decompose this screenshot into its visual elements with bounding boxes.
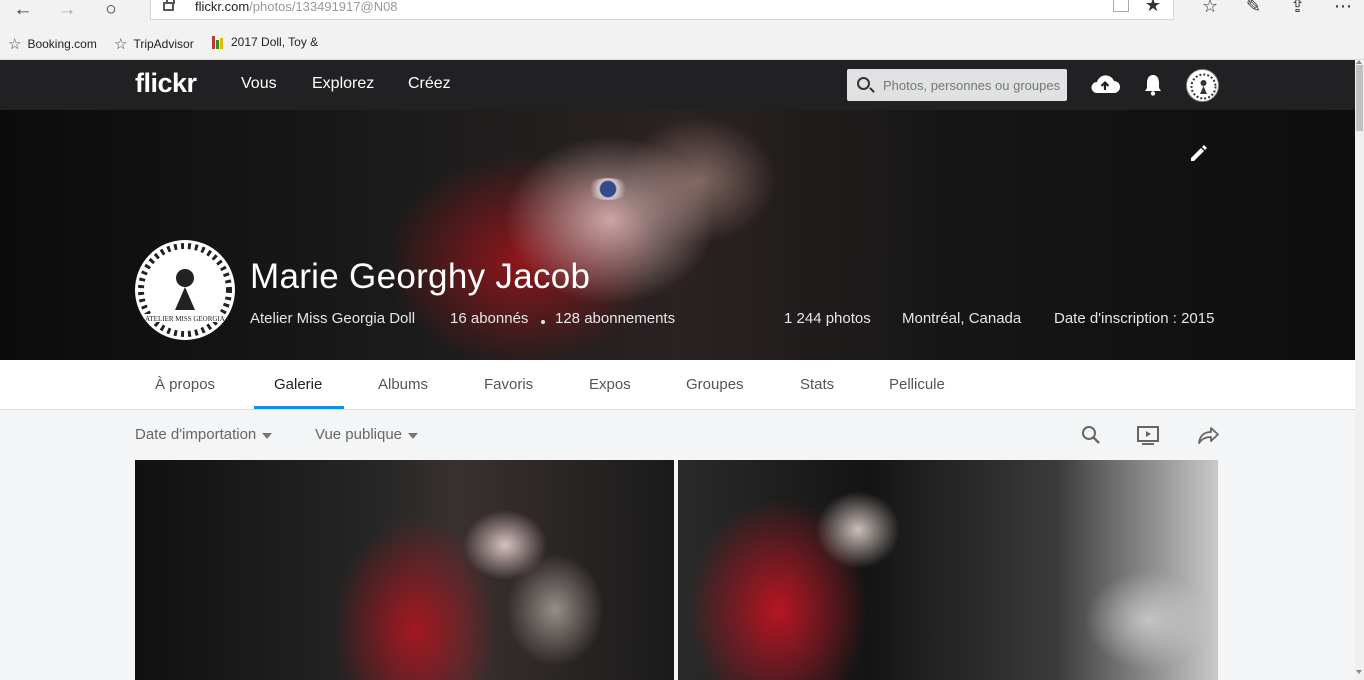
bar-chart-icon (212, 35, 223, 49)
refresh-button[interactable]: ○ (96, 0, 126, 20)
search-input[interactable] (883, 75, 1065, 95)
profile-subtitle: Atelier Miss Georgia Doll (250, 310, 416, 327)
star-outline-icon: ☆ (114, 36, 128, 53)
tab-galerie[interactable]: Galerie (274, 376, 322, 393)
star-outline-icon: ☆ (8, 36, 22, 53)
upload-cloud-icon[interactable] (1089, 73, 1121, 97)
forward-button[interactable]: → (52, 0, 82, 20)
photos-count: 1 244 photos (784, 310, 871, 327)
followers-count[interactable]: 16 abonnés (450, 310, 528, 327)
favorite-star-icon[interactable]: ★ (1145, 0, 1161, 16)
nav-vous[interactable]: Vous (241, 75, 277, 93)
tab-a-propos[interactable]: À propos (155, 376, 215, 393)
active-tab-indicator (254, 406, 344, 409)
view-label: Vue publique (315, 426, 403, 443)
cover-image-detail (585, 178, 631, 200)
flickr-logo[interactable]: flickr (135, 68, 197, 99)
profile-tabs: À propos Galerie Albums Favoris Expos Gr… (0, 360, 1355, 410)
gallery-photo[interactable] (135, 460, 674, 680)
edit-pencil-icon[interactable] (1188, 142, 1210, 164)
tab-favoris[interactable]: Favoris (484, 376, 533, 393)
back-button[interactable]: ← (8, 0, 38, 20)
notification-bell-icon[interactable] (1143, 73, 1163, 97)
cover-photo: ATELIER MISS GEORGIA Marie Georghy Jacob… (0, 110, 1355, 360)
tab-stats[interactable]: Stats (800, 376, 834, 393)
share-browser-icon[interactable]: ⇪ (1290, 0, 1305, 17)
flickr-header: flickr Vous Explorez Créez (0, 60, 1355, 110)
share-icon[interactable] (1196, 424, 1220, 446)
chevron-down-icon (408, 432, 419, 439)
slideshow-icon[interactable] (1136, 424, 1160, 446)
favorite-booking[interactable]: ☆ Booking.com (8, 35, 97, 53)
following-count[interactable]: 128 abonnements (555, 310, 675, 327)
tab-albums[interactable]: Albums (378, 376, 428, 393)
profile-location: Montréal, Canada (902, 310, 1022, 327)
search-box[interactable] (847, 69, 1067, 101)
tab-groupes[interactable]: Groupes (686, 376, 744, 393)
favorite-tripadvisor[interactable]: ☆ TripAdvisor (114, 35, 194, 53)
favorites-hub-icon[interactable]: ☆ (1202, 0, 1218, 17)
lock-icon (163, 0, 175, 11)
browser-toolbar: ← → ○ flickr.com/photos/133491917@N08 ★ … (0, 0, 1364, 27)
more-options-icon[interactable]: ⋯ (1334, 0, 1352, 17)
address-bar[interactable]: flickr.com/photos/133491917@N08 ★ (150, 0, 1174, 20)
profile-name: Marie Georghy Jacob (250, 257, 591, 296)
tab-expos[interactable]: Expos (589, 376, 631, 393)
user-avatar[interactable] (1186, 69, 1219, 102)
nav-explorez[interactable]: Explorez (312, 75, 374, 93)
search-icon (857, 77, 870, 90)
tab-pellicule[interactable]: Pellicule (889, 376, 945, 393)
chevron-down-icon (262, 432, 273, 439)
scroll-down-icon[interactable] (1356, 670, 1362, 674)
favorite-doll-toy[interactable]: 2017 Doll, Toy & (212, 35, 318, 49)
scroll-up-icon[interactable] (1356, 60, 1362, 64)
sort-dropdown[interactable]: Date d'importation (135, 426, 273, 443)
join-date: Date d'inscription : 2015 (1054, 310, 1215, 327)
sort-label: Date d'importation (135, 426, 257, 443)
gallery-photo[interactable] (678, 460, 1218, 680)
page-scrollbar[interactable] (1355, 60, 1364, 680)
profile-avatar[interactable]: ATELIER MISS GEORGIA (135, 240, 235, 340)
view-dropdown[interactable]: Vue publique (315, 426, 419, 443)
avatar-logo-text: ATELIER MISS GEORGIA (145, 315, 225, 323)
favorites-bar: ☆ Booking.com ☆ TripAdvisor 2017 Doll, T… (0, 27, 1364, 60)
scrollbar-thumb[interactable] (1356, 65, 1363, 131)
pen-notes-icon[interactable]: ✎ (1246, 0, 1261, 17)
nav-creez[interactable]: Créez (408, 75, 451, 93)
reading-view-icon[interactable] (1113, 0, 1129, 12)
separator-dot (541, 320, 545, 324)
url-text: flickr.com/photos/133491917@N08 (195, 0, 398, 14)
gallery-search-icon[interactable] (1080, 424, 1102, 446)
